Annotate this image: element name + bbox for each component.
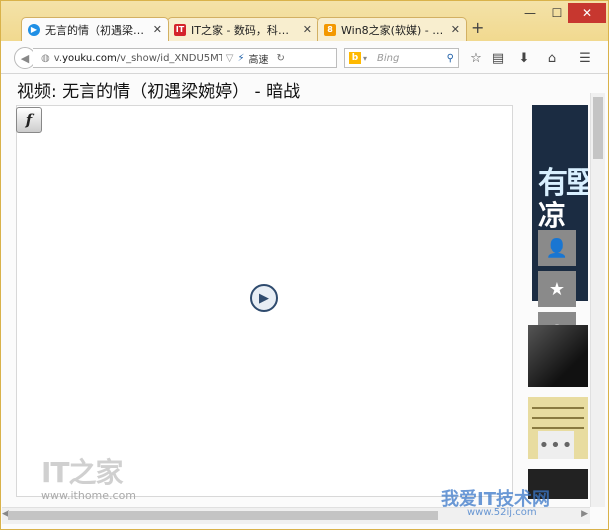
tab-bar: ▶ 无言的情（初遇梁婉婷... ✕ IT IT之家 - 数码，科技，... ✕ … bbox=[1, 1, 608, 41]
scrollbar-thumb[interactable] bbox=[8, 511, 438, 520]
user-icon: 👤 bbox=[545, 237, 569, 259]
user-button[interactable]: 👤 bbox=[538, 230, 576, 266]
history-dropdown-icon[interactable]: ▽ bbox=[226, 53, 234, 64]
home-icon[interactable]: ⌂ bbox=[543, 50, 561, 66]
reading-list-icon[interactable]: ▤ bbox=[489, 50, 507, 66]
speed-mode-button[interactable]: 高速 bbox=[248, 51, 268, 66]
scroll-right-icon[interactable]: ▶ bbox=[581, 509, 588, 519]
close-tab-icon[interactable]: ✕ bbox=[451, 23, 460, 36]
ithome-watermark: IT之家 bbox=[41, 456, 124, 489]
maximize-button[interactable]: ☐ bbox=[544, 3, 570, 23]
ithome-icon: IT bbox=[174, 23, 186, 36]
site-watermark-url: www.52ij.com bbox=[467, 507, 537, 518]
globe-icon: ◍ bbox=[41, 52, 50, 64]
play-icon: ▶ bbox=[259, 290, 269, 306]
back-arrow-icon: ◀ bbox=[20, 51, 30, 65]
download-icon[interactable]: ⬇ bbox=[515, 50, 533, 66]
tab-title: 无言的情（初遇梁婉婷... bbox=[45, 23, 147, 37]
page-title: 视频: 无言的情（初遇梁婉婷） - 暗战 bbox=[17, 82, 301, 102]
tab-title: Win8之家(软媒) - Win... bbox=[341, 23, 445, 37]
ad-text: 有堅 bbox=[538, 166, 588, 201]
favorite-button[interactable]: ★ bbox=[538, 271, 576, 307]
win8-icon: 8 bbox=[324, 23, 336, 36]
bookmark-star-icon[interactable]: ☆ bbox=[467, 50, 485, 66]
speed-icon: ⚡ bbox=[237, 52, 245, 64]
play-button[interactable]: ▶ bbox=[250, 284, 278, 312]
ithome-watermark-url: www.ithome.com bbox=[41, 489, 137, 502]
navigation-bar: ◀ ◍ v.youku.com/v_show/id_XNDU5MTAyMDQw.… bbox=[1, 41, 608, 74]
more-options-button[interactable]: ••• bbox=[538, 431, 574, 459]
url-text: v.youku.com/v_show/id_XNDU5MTAyMDQw.htm bbox=[53, 52, 222, 64]
menu-icon[interactable]: ☰ bbox=[576, 50, 594, 66]
tab-title: IT之家 - 数码，科技，... bbox=[191, 23, 297, 37]
tab-win8[interactable]: 8 Win8之家(软媒) - Win... ✕ bbox=[317, 17, 467, 41]
tab-ithome[interactable]: IT IT之家 - 数码，科技，... ✕ bbox=[167, 17, 319, 41]
browser-window: ▶ 无言的情（初遇梁婉婷... ✕ IT IT之家 - 数码，科技，... ✕ … bbox=[0, 0, 609, 530]
new-tab-button[interactable]: + bbox=[471, 18, 484, 37]
vertical-scrollbar[interactable] bbox=[590, 93, 605, 507]
search-placeholder: Bing bbox=[377, 52, 400, 64]
close-tab-icon[interactable]: ✕ bbox=[303, 23, 312, 36]
search-engine-dropdown-icon[interactable]: ▾ bbox=[363, 54, 367, 63]
scrollbar-thumb[interactable] bbox=[593, 97, 603, 159]
search-box[interactable]: b ▾ Bing ⚲ bbox=[344, 48, 459, 68]
bing-icon[interactable]: b bbox=[349, 52, 361, 64]
reload-icon[interactable]: ↻ bbox=[276, 53, 284, 64]
close-window-button[interactable]: ✕ bbox=[568, 3, 606, 23]
tab-youku[interactable]: ▶ 无言的情（初遇梁婉婷... ✕ bbox=[21, 17, 169, 41]
minimize-button[interactable]: — bbox=[517, 3, 543, 23]
youku-play-icon: ▶ bbox=[28, 23, 40, 36]
flash-plugin-icon[interactable]: f bbox=[16, 107, 42, 133]
related-video-thumbnail[interactable] bbox=[528, 325, 588, 387]
close-tab-icon[interactable]: ✕ bbox=[153, 23, 162, 36]
search-icon[interactable]: ⚲ bbox=[447, 53, 454, 64]
star-icon: ★ bbox=[548, 278, 566, 300]
address-bar[interactable]: ◍ v.youku.com/v_show/id_XNDU5MTAyMDQw.ht… bbox=[33, 48, 337, 68]
